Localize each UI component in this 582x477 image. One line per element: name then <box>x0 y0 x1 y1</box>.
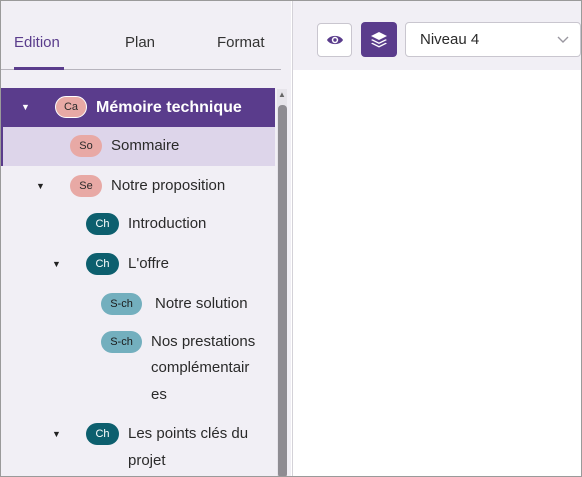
node-label-line-1: Les points clés du <box>128 425 249 442</box>
type-badge: So <box>70 135 102 157</box>
type-badge: Ch <box>86 253 119 275</box>
outline-tree: ▼ Ca Mémoire technique So Sommaire ▼ Se … <box>1 88 276 476</box>
node-label-line-2: projet <box>128 452 166 469</box>
app-frame: Edition Plan Format ▼ Ca Mémoire techniq… <box>0 0 582 477</box>
tree-node-introduction[interactable]: Ch Introduction <box>1 206 275 246</box>
tab-format[interactable]: Format <box>217 34 265 51</box>
expand-arrow-icon[interactable]: ▼ <box>52 429 61 439</box>
scroll-up-arrow-icon[interactable]: ▲ <box>277 89 287 101</box>
node-label: Sommaire <box>111 137 180 154</box>
tab-edition[interactable]: Edition <box>14 34 60 51</box>
level-select-value: Niveau 4 <box>420 31 480 48</box>
right-panel: Niveau 4 <box>292 1 581 476</box>
active-tab-indicator <box>14 67 64 70</box>
tree-node-loffre[interactable]: ▼ Ch L'offre <box>1 246 275 285</box>
expand-arrow-icon[interactable]: ▼ <box>21 102 30 112</box>
tree-node-notre-proposition[interactable]: ▼ Se Notre proposition <box>1 166 275 206</box>
tree-node-points-cles[interactable]: ▼ Ch Les points clés du projet <box>1 416 275 476</box>
type-badge: Ca <box>55 96 87 118</box>
tab-bar: Edition Plan Format <box>1 1 281 70</box>
tree-node-notre-solution[interactable]: S-ch Notre solution <box>1 285 275 324</box>
tab-plan[interactable]: Plan <box>125 34 155 51</box>
scrollbar-thumb[interactable] <box>278 105 287 476</box>
type-badge: Ch <box>86 213 119 235</box>
expand-arrow-icon[interactable]: ▼ <box>36 181 45 191</box>
type-badge: S-ch <box>101 293 142 315</box>
node-label-line-1: Nos prestations <box>151 333 256 350</box>
type-badge: Ch <box>86 423 119 445</box>
node-label-line-3: es <box>151 386 167 403</box>
chevron-down-icon <box>557 36 569 43</box>
node-label: L'offre <box>128 255 169 272</box>
expand-arrow-icon[interactable]: ▼ <box>52 259 61 269</box>
tree-node-sommaire[interactable]: So Sommaire <box>1 127 275 166</box>
type-badge: Se <box>70 175 102 197</box>
preview-button[interactable] <box>317 23 352 57</box>
left-panel: Edition Plan Format ▼ Ca Mémoire techniq… <box>1 1 291 476</box>
node-label: Introduction <box>128 215 207 232</box>
node-label-line-2: complémentair <box>151 359 250 376</box>
tree-node-memoire-technique[interactable]: ▼ Ca Mémoire technique <box>1 88 275 127</box>
type-badge: S-ch <box>101 331 142 353</box>
tree-node-nos-prestations[interactable]: S-ch Nos prestations complémentair es <box>1 324 275 416</box>
level-select[interactable]: Niveau 4 <box>405 22 581 57</box>
layers-icon <box>371 32 387 48</box>
layers-button[interactable] <box>361 22 397 57</box>
node-label: Notre proposition <box>111 177 226 194</box>
eye-icon <box>326 35 343 45</box>
preview-toolbar: Niveau 4 <box>293 1 581 70</box>
node-label: Mémoire technique <box>96 99 242 116</box>
node-label: Notre solution <box>155 295 248 312</box>
